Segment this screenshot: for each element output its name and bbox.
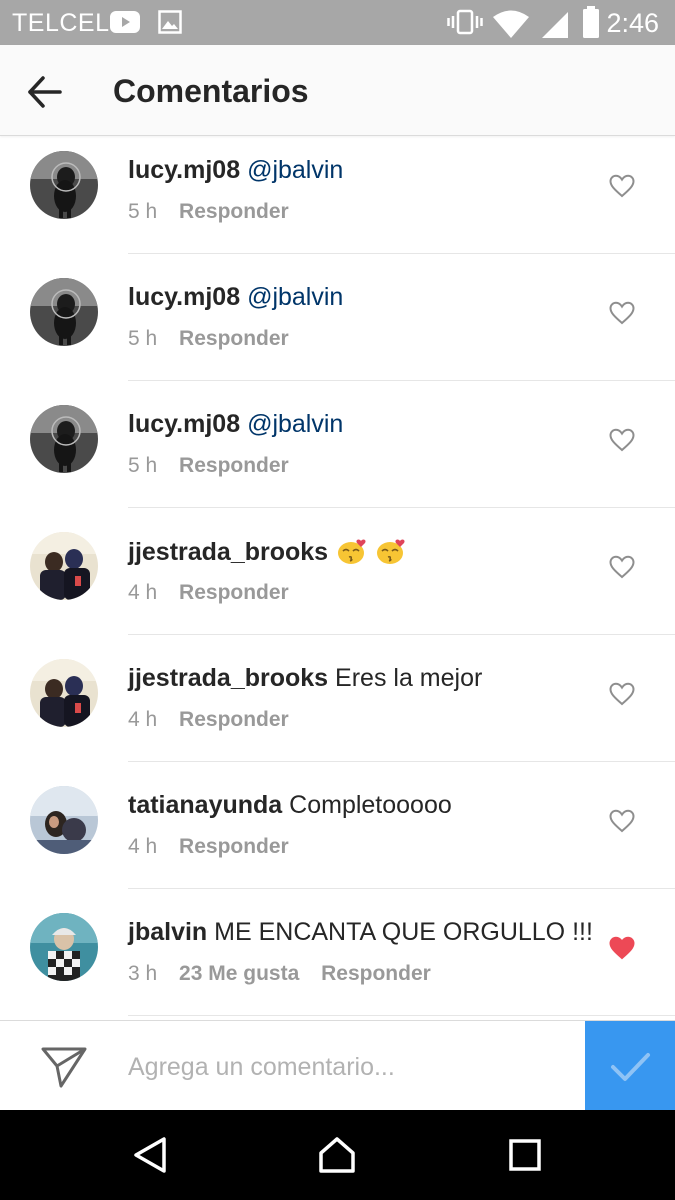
- comment-mention[interactable]: @jbalvin: [247, 283, 343, 311]
- comment-time: 4 h: [128, 708, 158, 731]
- reply-button[interactable]: Responder: [179, 708, 289, 731]
- post-button[interactable]: [585, 1021, 675, 1111]
- nav-back-icon[interactable]: [130, 1135, 170, 1175]
- avatar[interactable]: [30, 278, 98, 346]
- youtube-icon: [110, 11, 140, 33]
- comment-meta: 4 h Responder: [128, 835, 305, 859]
- page-title: Comentarios: [113, 73, 309, 109]
- signal-icon: [542, 12, 568, 38]
- kissing-face-emoji: [338, 539, 366, 564]
- comment-time: 4 h: [128, 835, 158, 858]
- comment-item: lucy.mj08 @jbalvin 5 h Responder: [0, 381, 675, 508]
- direct-send-icon[interactable]: [40, 1045, 88, 1089]
- comment-username[interactable]: lucy.mj08: [128, 156, 240, 184]
- reply-button[interactable]: Responder: [179, 327, 289, 350]
- carrier-name: TELCEL: [12, 9, 110, 37]
- comment-time: 4 h: [128, 581, 158, 604]
- comment-meta: 4 h Responder: [128, 708, 305, 732]
- comment-time: 5 h: [128, 200, 158, 223]
- comment-meta: 5 h Responder: [128, 327, 305, 351]
- comment-line: tatianayunda Completooooo: [128, 791, 452, 820]
- comment-time: 5 h: [128, 327, 158, 350]
- reply-button[interactable]: Responder: [179, 581, 289, 604]
- heart-icon[interactable]: [609, 682, 635, 706]
- comment-input[interactable]: [128, 1051, 568, 1083]
- avatar[interactable]: [30, 786, 98, 854]
- comment-composer: [0, 1020, 675, 1111]
- image-icon: [158, 10, 182, 34]
- avatar[interactable]: [30, 913, 98, 981]
- comment-meta: 3 h 23 Me gusta Responder: [128, 962, 447, 986]
- comment-meta: 5 h Responder: [128, 200, 305, 224]
- heart-icon[interactable]: [609, 809, 635, 833]
- avatar[interactable]: [30, 532, 98, 600]
- comments-list: lucy.mj08 @jbalvin 5 h Responder lucy.mj…: [0, 127, 675, 1016]
- comment-mention[interactable]: @jbalvin: [247, 410, 343, 438]
- comment-username[interactable]: jjestrada_brooks: [128, 538, 328, 566]
- nav-home-icon[interactable]: [317, 1135, 357, 1175]
- app-header: Comentarios: [0, 45, 675, 136]
- battery-icon: [583, 6, 599, 38]
- arrow-left-icon[interactable]: [22, 69, 68, 115]
- comment-meta: 4 h Responder: [128, 581, 305, 605]
- comment-item: lucy.mj08 @jbalvin 5 h Responder: [0, 254, 675, 381]
- comment-line: lucy.mj08 @jbalvin: [128, 410, 343, 439]
- heart-icon[interactable]: [609, 428, 635, 452]
- comment-time: 5 h: [128, 454, 158, 477]
- nav-recents-icon[interactable]: [505, 1135, 545, 1175]
- likes-count[interactable]: 23 Me gusta: [179, 962, 299, 985]
- status-bar: TELCEL 2:46: [0, 0, 675, 45]
- comment-line: lucy.mj08 @jbalvin: [128, 156, 343, 185]
- vibrate-icon: [447, 9, 483, 35]
- comment-line: lucy.mj08 @jbalvin: [128, 283, 343, 312]
- comment-item: jjestrada_brooks Eres la mejor 4 h Respo…: [0, 635, 675, 762]
- reply-button[interactable]: Responder: [179, 200, 289, 223]
- avatar[interactable]: [30, 659, 98, 727]
- heart-icon[interactable]: [609, 174, 635, 198]
- heart-icon[interactable]: [609, 555, 635, 579]
- heart-icon[interactable]: [609, 301, 635, 325]
- reply-button[interactable]: Responder: [321, 962, 431, 985]
- clock: 2:46: [606, 8, 659, 38]
- comment-line: jjestrada_brooks: [128, 537, 406, 567]
- system-navigation-bar: [0, 1110, 675, 1200]
- reply-button[interactable]: Responder: [179, 454, 289, 477]
- comment-text: Completooooo: [289, 791, 452, 819]
- comment-item: jbalvin ME ENCANTA QUE ORGULLO !!! 3 h 2…: [0, 889, 675, 1016]
- comment-username[interactable]: lucy.mj08: [128, 283, 240, 311]
- comment-line: jjestrada_brooks Eres la mejor: [128, 664, 482, 693]
- comment-item: lucy.mj08 @jbalvin 5 h Responder: [0, 127, 675, 254]
- check-icon: [611, 1053, 650, 1081]
- avatar[interactable]: [30, 151, 98, 219]
- avatar[interactable]: [30, 405, 98, 473]
- comment-text: ME ENCANTA QUE ORGULLO !!!: [214, 918, 593, 946]
- comment-mention[interactable]: @jbalvin: [247, 156, 343, 184]
- comment-meta: 5 h Responder: [128, 454, 305, 478]
- comment-username[interactable]: tatianayunda: [128, 791, 282, 819]
- comment-username[interactable]: jbalvin: [128, 918, 207, 946]
- comment-item: jjestrada_brooks 4 h Responder: [0, 508, 675, 635]
- comment-username[interactable]: lucy.mj08: [128, 410, 240, 438]
- comment-line: jbalvin ME ENCANTA QUE ORGULLO !!!: [128, 918, 593, 947]
- heart-filled-icon[interactable]: [609, 936, 635, 960]
- comment-time: 3 h: [128, 962, 158, 985]
- wifi-icon: [493, 10, 529, 38]
- reply-button[interactable]: Responder: [179, 835, 289, 858]
- kissing-face-emoji: [377, 539, 405, 564]
- comment-item: tatianayunda Completooooo 4 h Responder: [0, 762, 675, 889]
- comment-text: Eres la mejor: [335, 664, 483, 692]
- comment-username[interactable]: jjestrada_brooks: [128, 664, 328, 692]
